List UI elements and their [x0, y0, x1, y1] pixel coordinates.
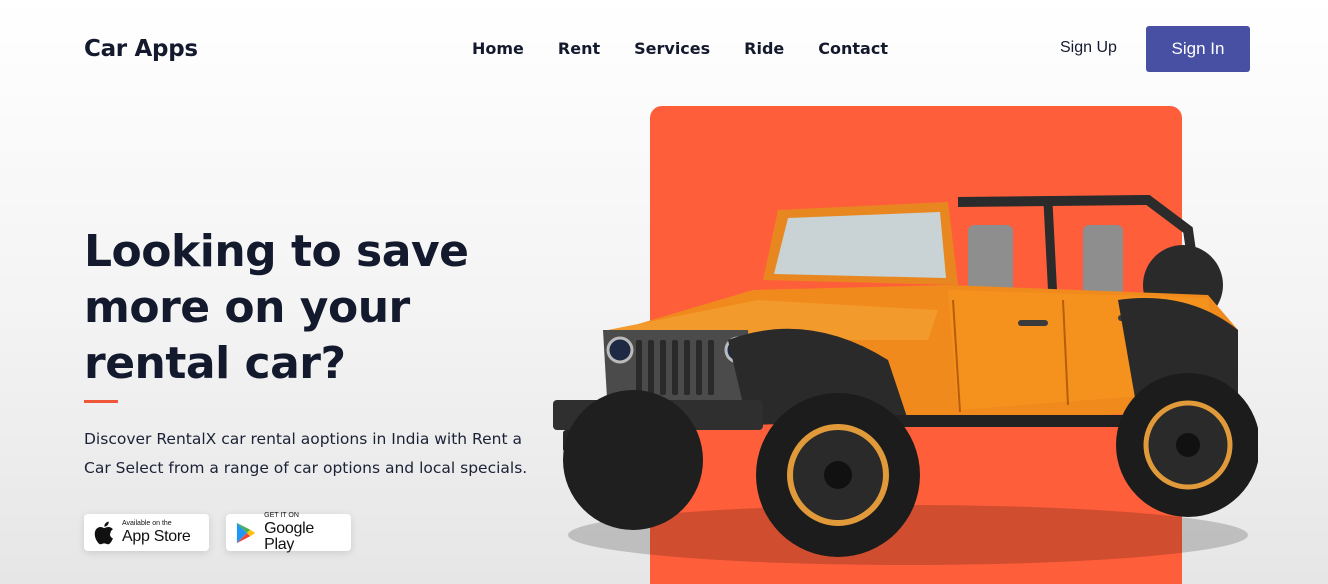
jeep-car-image — [553, 194, 1258, 565]
nav-rent[interactable]: Rent — [558, 39, 600, 58]
sign-up-link[interactable]: Sign Up — [1060, 39, 1117, 57]
brand-logo[interactable]: Car Apps — [84, 36, 198, 62]
hero-headline: Looking to save more on your rental car? — [84, 226, 469, 389]
sign-in-button[interactable]: Sign In — [1146, 26, 1250, 72]
google-play-icon — [236, 522, 256, 543]
hero-description: Discover RentalX car rental aoptions in … — [84, 430, 528, 477]
app-store-small-text: Available on the — [122, 520, 172, 527]
nav-home[interactable]: Home — [472, 39, 524, 58]
nav-ride[interactable]: Ride — [744, 39, 784, 58]
google-play-button[interactable]: GET IT ON Google Play — [226, 512, 351, 553]
app-store-big-text: App Store — [122, 528, 191, 545]
google-play-small-text: GET IT ON — [264, 512, 299, 519]
nav-services[interactable]: Services — [634, 39, 710, 58]
headline-underline — [84, 400, 118, 403]
nav-contact[interactable]: Contact — [818, 39, 888, 58]
google-play-big-text: Google Play — [264, 520, 314, 553]
rear-wheel — [1116, 373, 1258, 517]
main-nav: Home Rent Services Ride Contact — [472, 39, 922, 58]
apple-icon — [94, 521, 113, 544]
app-store-button[interactable]: Available on the App Store — [84, 514, 209, 551]
